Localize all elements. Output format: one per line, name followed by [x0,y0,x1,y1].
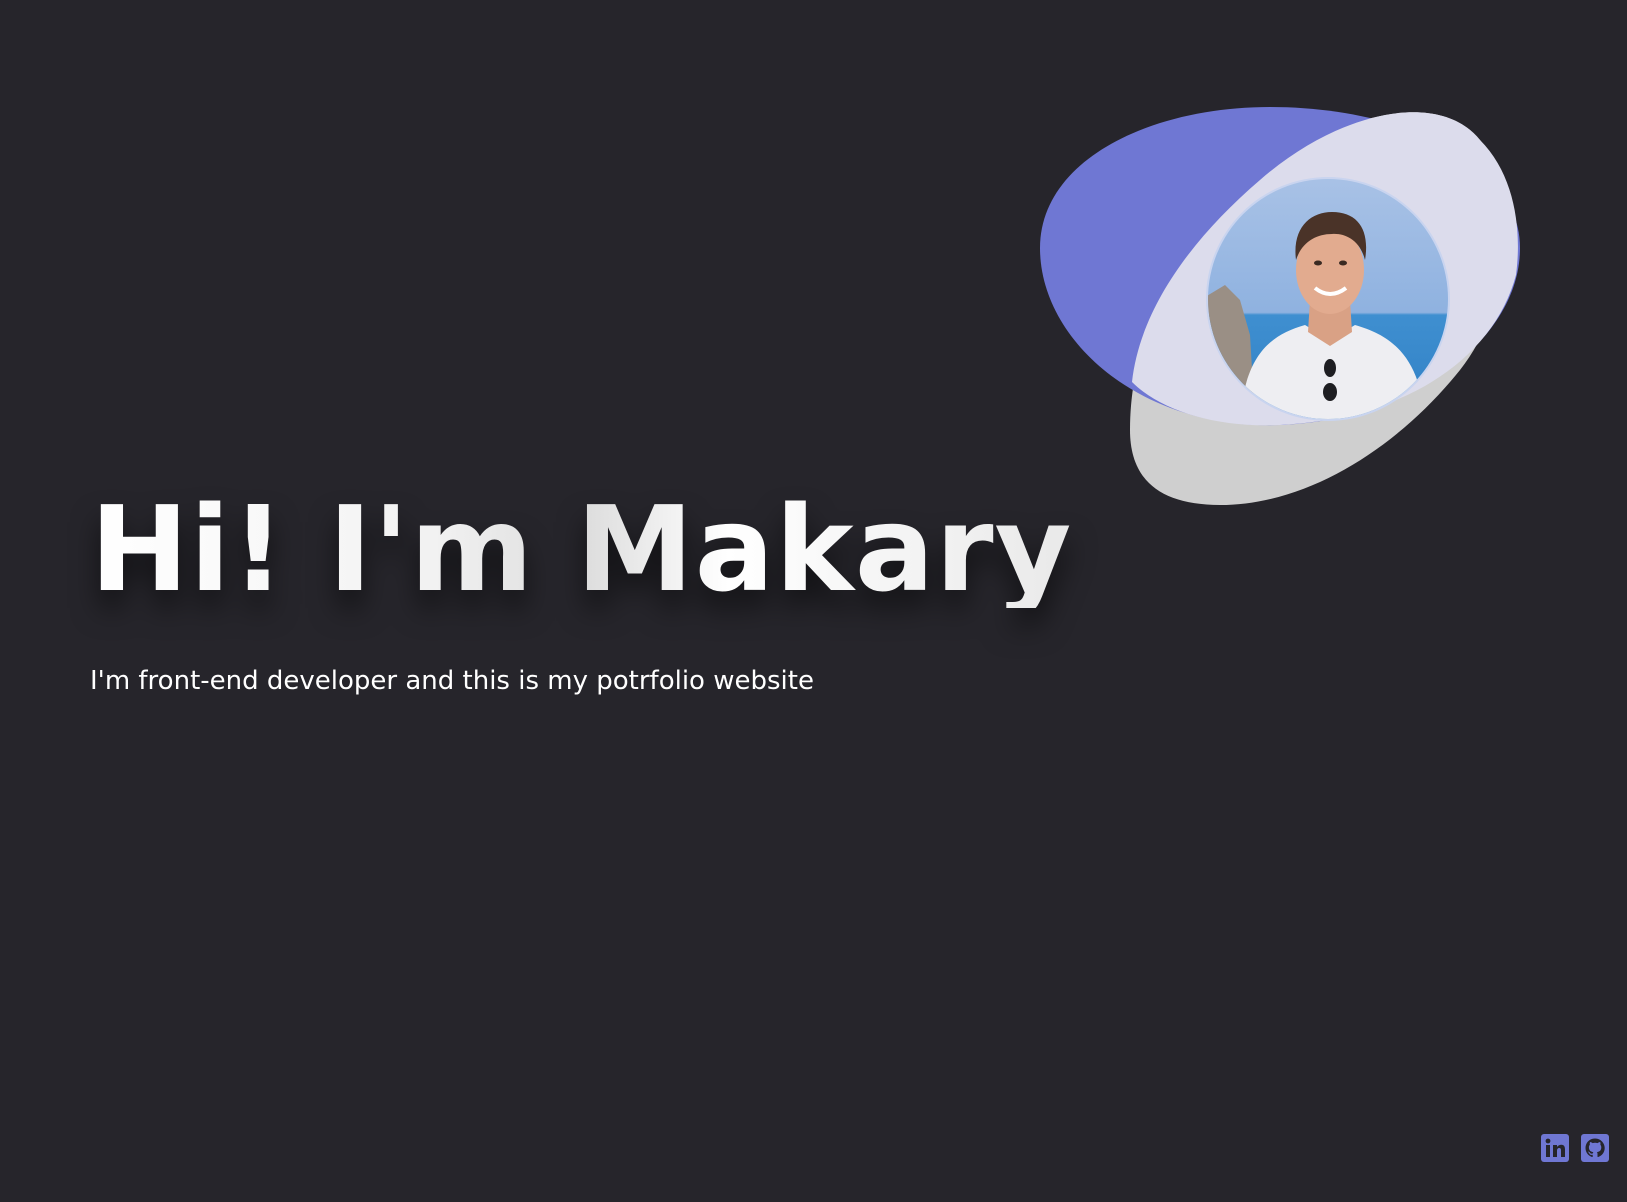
linkedin-link[interactable] [1541,1134,1569,1162]
hero-subtitle: I'm front-end developer and this is my p… [90,666,814,696]
github-icon [1581,1134,1609,1162]
social-links [1541,1134,1609,1162]
profile-blob-graphic [1040,107,1520,505]
hero-title: Hi! I'm Makary [90,480,1073,618]
linkedin-icon [1541,1134,1569,1162]
profile-visual [1040,100,1540,520]
github-link[interactable] [1581,1134,1609,1162]
